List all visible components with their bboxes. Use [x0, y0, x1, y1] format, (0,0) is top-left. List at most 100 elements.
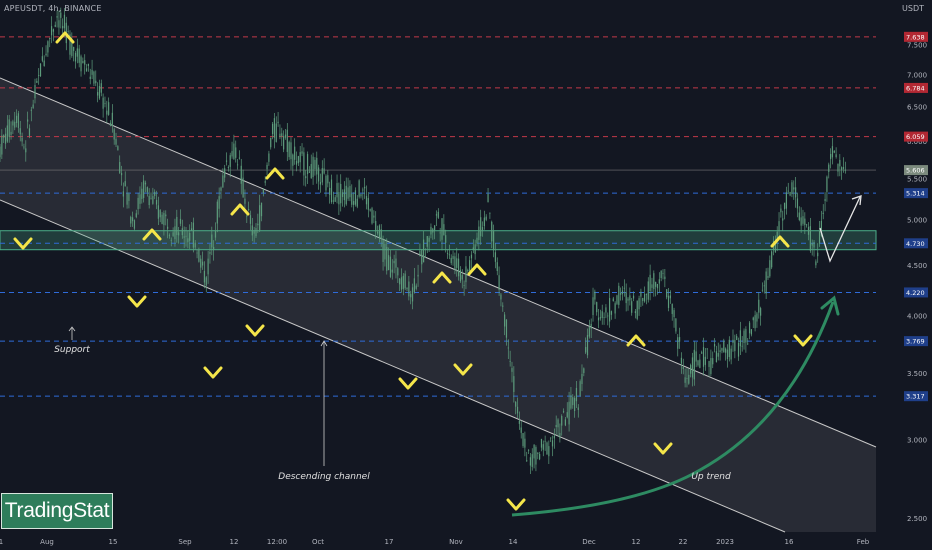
- candle-body: [537, 452, 539, 454]
- candle-body: [765, 271, 767, 294]
- candle-body: [371, 208, 373, 224]
- price-tag-label: 7.638: [906, 33, 925, 41]
- candle-body: [3, 135, 5, 138]
- candle-body: [577, 407, 579, 410]
- candle-body: [469, 260, 471, 272]
- candle-body: [515, 401, 517, 407]
- candle-body: [419, 250, 421, 257]
- candle-body: [739, 330, 741, 347]
- candle-body: [550, 437, 552, 439]
- candle-body: [275, 123, 277, 142]
- candle-body: [546, 442, 548, 455]
- candle-body: [551, 440, 554, 447]
- candle-body: [163, 213, 165, 226]
- candle-body: [283, 136, 285, 150]
- candle-body: [104, 103, 106, 104]
- candle-body: [120, 173, 123, 176]
- candle-body: [677, 337, 679, 349]
- candle-body: [28, 128, 31, 136]
- x-tick-label: Sep: [178, 538, 192, 546]
- candle-body: [343, 189, 345, 201]
- candle-body: [574, 397, 576, 412]
- candle-body: [778, 221, 780, 231]
- candle-body: [830, 154, 832, 159]
- candle-body: [238, 157, 241, 159]
- candle-body: [240, 165, 242, 184]
- candle-body: [809, 226, 811, 251]
- candle-body: [712, 358, 714, 365]
- candle-body: [811, 243, 813, 246]
- x-tick-label: Oct: [312, 538, 324, 546]
- candle-body: [629, 295, 631, 301]
- candle-body: [592, 297, 594, 316]
- candle-body: [192, 222, 194, 248]
- price-tag-label: 6.784: [906, 84, 925, 92]
- candle-body: [119, 162, 121, 173]
- candle-body: [168, 235, 171, 237]
- candle-body: [505, 319, 508, 338]
- candle-body: [165, 214, 167, 217]
- candle-body: [800, 217, 802, 226]
- candle-body: [178, 232, 180, 236]
- candle-body: [721, 348, 723, 351]
- candle-body: [211, 234, 213, 248]
- candle-body: [207, 258, 209, 275]
- candle-body: [126, 193, 128, 205]
- candle-body: [12, 121, 14, 126]
- candle-body: [452, 256, 454, 259]
- candle-body: [389, 256, 392, 277]
- candle-body: [288, 142, 290, 158]
- candle-body: [478, 226, 480, 240]
- candle-body: [227, 167, 229, 169]
- candle-body: [19, 128, 21, 135]
- candle-body: [463, 284, 465, 286]
- candle-body: [647, 281, 649, 300]
- chart-area[interactable]: Support Descending channel Up trend 2.500 3.…: [0, 0, 932, 550]
- candle-body: [761, 289, 764, 291]
- candle-body: [437, 211, 439, 218]
- candle-body: [796, 198, 799, 209]
- candle-body: [417, 274, 419, 277]
- candle-body: [340, 183, 342, 204]
- candle-body: [347, 187, 349, 199]
- candle-body: [364, 186, 366, 189]
- candle-body: [334, 197, 336, 202]
- price-tag-label: 5.606: [906, 167, 925, 175]
- candle-body: [36, 81, 38, 83]
- candle-body: [111, 112, 113, 127]
- candle-body: [446, 253, 449, 255]
- candle-body: [85, 68, 88, 72]
- candle-body: [767, 276, 769, 278]
- candle-body: [542, 444, 544, 450]
- candle-body: [618, 285, 620, 305]
- candle-body: [651, 284, 653, 288]
- candle-body: [91, 69, 93, 75]
- candle-body: [443, 224, 445, 236]
- x-tick-label: 22: [679, 538, 688, 546]
- candle-body: [362, 189, 364, 191]
- candle-body: [373, 215, 375, 218]
- candle-body: [74, 52, 77, 62]
- candle-body: [561, 416, 563, 426]
- candle-body: [41, 56, 43, 61]
- candle-body: [461, 275, 463, 280]
- candle-body: [612, 298, 614, 302]
- candle-body: [690, 365, 692, 374]
- candle-body: [384, 243, 386, 260]
- candle-body: [47, 41, 49, 53]
- candle-body: [236, 164, 239, 166]
- candle-body: [87, 63, 90, 66]
- y-tick-label: 3.000: [907, 436, 927, 444]
- candle-body: [697, 360, 699, 366]
- candle-body: [806, 224, 808, 226]
- candle-body: [14, 121, 16, 128]
- candle-body: [63, 14, 66, 29]
- candle-body: [382, 240, 384, 262]
- candle-body: [220, 187, 222, 191]
- candle-body: [294, 146, 296, 160]
- candle-body: [789, 192, 791, 196]
- candle-body: [492, 231, 495, 251]
- candle-body: [329, 187, 331, 195]
- candle-body: [242, 177, 244, 198]
- price-chart[interactable]: Support Descending channel Up trend 2.500 3.…: [0, 0, 932, 550]
